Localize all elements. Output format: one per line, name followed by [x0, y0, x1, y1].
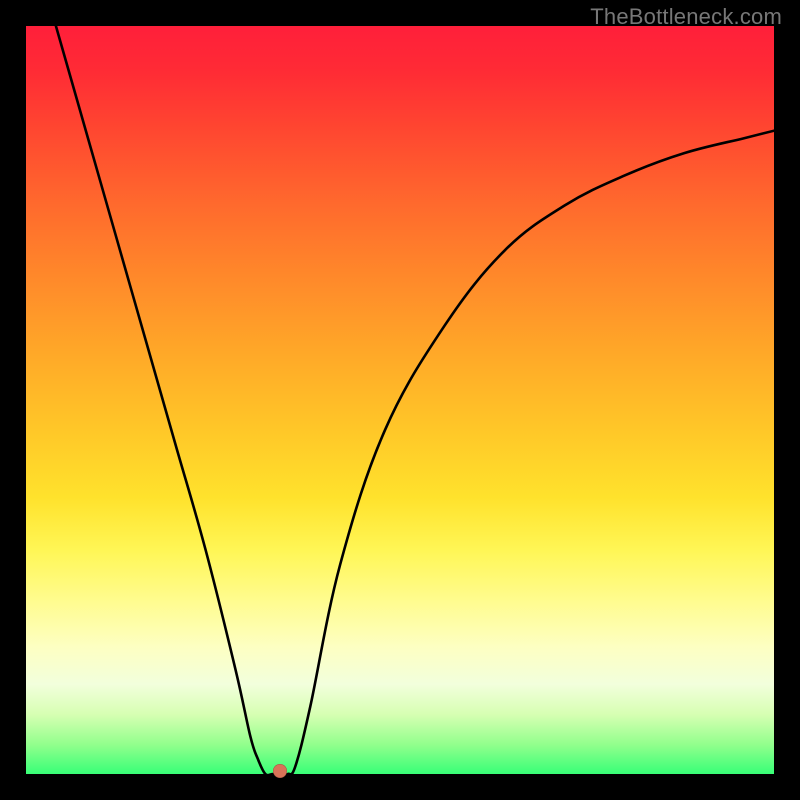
bottleneck-curve: [26, 26, 774, 774]
valley-marker-dot: [273, 764, 287, 778]
chart-stage: TheBottleneck.com: [0, 0, 800, 800]
watermark-text: TheBottleneck.com: [590, 4, 782, 30]
bottleneck-curve-path: [56, 26, 774, 774]
